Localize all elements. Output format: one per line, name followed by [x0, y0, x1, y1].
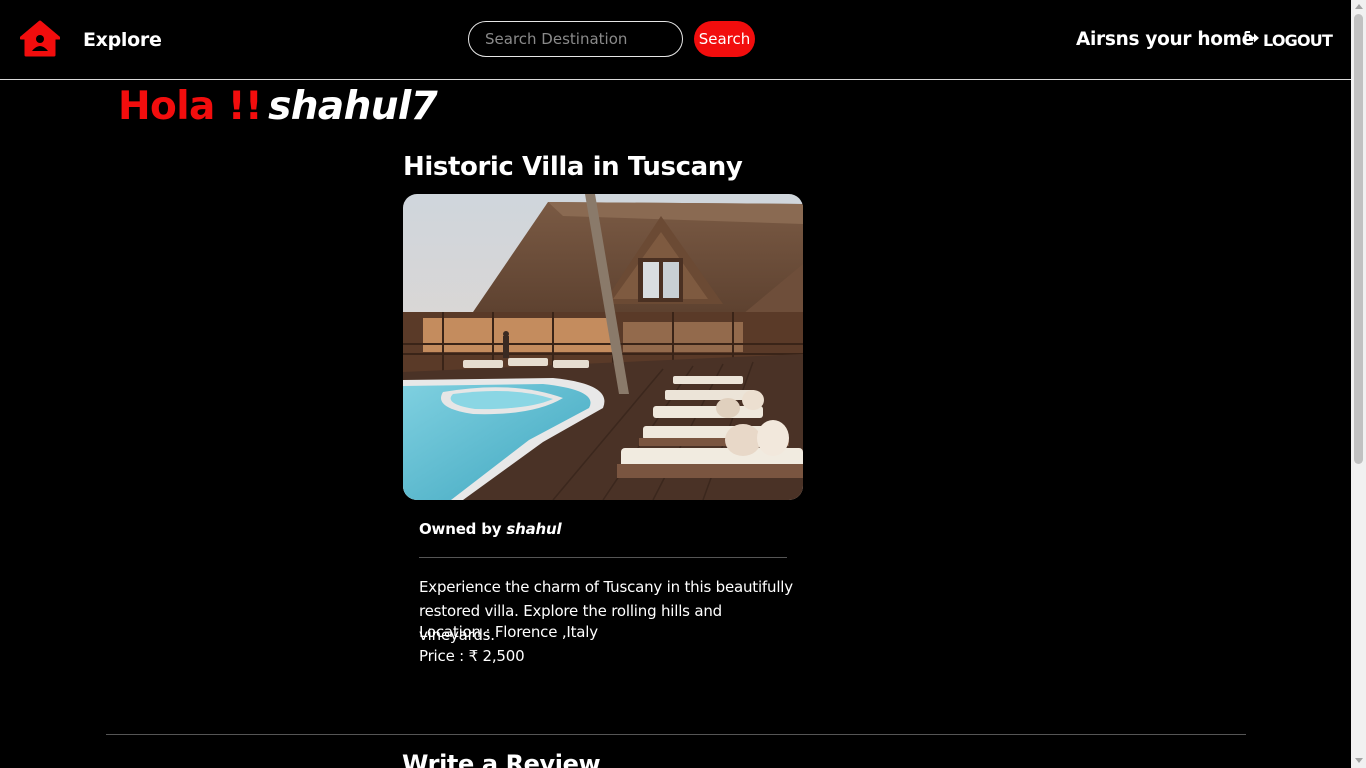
logout-label: LOGOUT	[1263, 30, 1333, 50]
owner-name: shahul	[506, 520, 562, 538]
scroll-down-icon[interactable]	[1355, 758, 1363, 763]
listing-title: Historic Villa in Tuscany	[403, 152, 743, 182]
listing-image	[403, 194, 803, 500]
logout-button[interactable]: LOGOUT	[1244, 30, 1333, 50]
listing-price: Price : ₹ 2,500	[419, 647, 525, 665]
house-icon[interactable]	[19, 20, 61, 58]
greeting-prefix: Hola !!	[118, 84, 263, 129]
host-home-link[interactable]: Airsns your home	[1076, 29, 1254, 50]
section-divider	[106, 734, 1246, 735]
scroll-up-icon[interactable]	[1355, 4, 1363, 9]
navbar: Explore Search Airsns your home LOGOUT	[0, 0, 1351, 80]
owner-line: Owned by shahul	[419, 520, 562, 538]
explore-link[interactable]: Explore	[83, 29, 162, 51]
listing-location: Location : Florence ,Italy	[419, 623, 598, 641]
owner-prefix: Owned by	[419, 520, 502, 538]
vertical-scrollbar[interactable]	[1351, 0, 1366, 768]
greeting-heading: Hola !! shahul7	[118, 84, 438, 132]
scroll-thumb[interactable]	[1354, 14, 1363, 464]
search-button[interactable]: Search	[694, 21, 755, 57]
greeting-username: shahul7	[268, 84, 438, 129]
divider	[419, 557, 787, 558]
page: Explore Search Airsns your home LOGOUT H…	[0, 0, 1366, 768]
review-heading: Write a Review	[402, 750, 601, 768]
search-input[interactable]	[468, 21, 683, 57]
logout-arrow-icon	[1244, 30, 1260, 50]
